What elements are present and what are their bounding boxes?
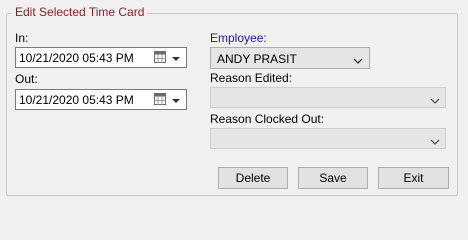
chevron-down-icon[interactable] <box>171 53 181 63</box>
calendar-icon[interactable] <box>154 93 166 105</box>
reason-clocked-out-label: Reason Clocked Out: <box>210 112 325 126</box>
employee-select[interactable]: ANDY PRASIT <box>210 47 370 69</box>
calendar-icon[interactable] <box>154 51 166 63</box>
reason-clocked-out-select[interactable] <box>210 128 446 149</box>
chevron-down-icon <box>430 135 440 145</box>
chevron-down-icon <box>353 54 363 64</box>
employee-value: ANDY PRASIT <box>217 52 297 66</box>
chevron-down-icon[interactable] <box>171 95 181 105</box>
reason-edited-label: Reason Edited: <box>210 71 293 85</box>
out-datetime-value: 10/21/2020 05:43 PM <box>19 93 134 107</box>
employee-label: Employee: <box>210 31 267 45</box>
in-datetime-value: 10/21/2020 05:43 PM <box>19 51 134 65</box>
save-button[interactable]: Save <box>298 167 368 189</box>
out-datetime-picker[interactable]: 10/21/2020 05:43 PM <box>15 89 187 110</box>
delete-button[interactable]: Delete <box>218 167 288 189</box>
in-label: In: <box>15 31 29 45</box>
reason-edited-select[interactable] <box>210 87 446 108</box>
exit-button[interactable]: Exit <box>378 167 449 189</box>
group-title: Edit Selected Time Card <box>12 5 148 19</box>
chevron-down-icon <box>430 94 440 104</box>
in-datetime-picker[interactable]: 10/21/2020 05:43 PM <box>15 47 187 68</box>
out-label: Out: <box>15 72 38 86</box>
